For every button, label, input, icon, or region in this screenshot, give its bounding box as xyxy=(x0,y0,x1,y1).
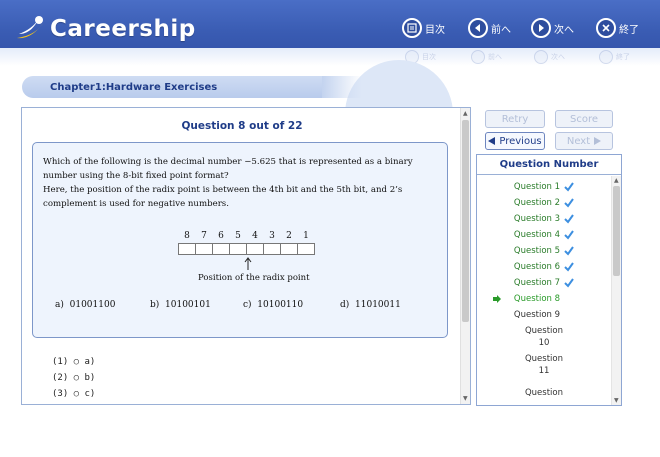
arrow-right-icon xyxy=(531,18,551,38)
question-item-3[interactable]: Question 3 xyxy=(477,211,611,227)
choice-c: c) 10100110 xyxy=(243,300,304,310)
answer-options: (1) ○ a) (2) ○ b) (3) ○ c) xyxy=(52,354,95,402)
next-question-button[interactable]: Next xyxy=(555,132,613,150)
check-icon xyxy=(564,198,574,208)
check-icon xyxy=(564,246,574,256)
bit-number: 5 xyxy=(235,231,241,241)
bit-cell xyxy=(263,243,281,255)
bit-cells xyxy=(178,243,315,255)
close-icon xyxy=(596,18,616,38)
question-item-8[interactable]: Question 8 xyxy=(477,291,611,307)
check-icon xyxy=(564,182,574,192)
question-box: Which of the following is the decimal nu… xyxy=(32,142,448,338)
check-icon xyxy=(564,278,574,288)
next-page-button[interactable]: 次へ xyxy=(531,18,574,38)
contents-button[interactable]: 目次 xyxy=(402,18,445,38)
next-page-label: 次へ xyxy=(554,24,574,36)
contents-label: 目次 xyxy=(425,24,445,36)
answer-option-3[interactable]: (3) ○ c) xyxy=(52,386,95,402)
question-item-4[interactable]: Question 4 xyxy=(477,227,611,243)
question-list-scrollbar[interactable]: ▲ ▼ xyxy=(611,176,621,405)
choice-a: a) 01001100 xyxy=(55,300,116,310)
question-text-line1: Which of the following is the decimal nu… xyxy=(43,157,413,181)
bit-number: 7 xyxy=(201,231,207,241)
previous-question-label: Previous xyxy=(499,135,542,147)
prev-page-button[interactable]: 前へ xyxy=(468,18,511,38)
bit-number: 2 xyxy=(286,231,292,241)
score-button[interactable]: Score xyxy=(555,110,613,128)
next-question-label: Next xyxy=(566,135,591,147)
bit-number: 6 xyxy=(218,231,224,241)
contents-icon xyxy=(402,18,422,38)
question-item-12[interactable]: Question xyxy=(477,379,611,405)
question-item-11[interactable]: Question 11 xyxy=(477,351,611,379)
retry-button[interactable]: Retry xyxy=(485,110,545,128)
arrow-right-icon xyxy=(594,137,602,145)
chapter-title: Chapter1:Hardware Exercises xyxy=(50,82,218,93)
nav-reflection: 前へ xyxy=(471,50,502,64)
bit-numbers: 8 7 6 5 4 3 2 1 xyxy=(178,231,338,242)
bit-number: 3 xyxy=(269,231,275,241)
previous-question-button[interactable]: Previous xyxy=(485,132,545,150)
arrow-left-icon xyxy=(468,18,488,38)
app-title: Careership xyxy=(50,16,196,42)
radix-point-label: Position of the radix point xyxy=(198,273,310,283)
question-number-panel: Question Number Question 1 Question 2 Qu… xyxy=(476,154,622,406)
bit-cell xyxy=(212,243,230,255)
question-item-7[interactable]: Question 7 xyxy=(477,275,611,291)
app-header: Careership 目次 前へ 次へ 終了 目次 前へ 次へ 終了 xyxy=(0,0,660,66)
question-text-line2: Here, the position of the radix point is… xyxy=(43,185,403,209)
app-logo: Careership xyxy=(14,14,196,44)
check-icon xyxy=(564,230,574,240)
bit-number: 8 xyxy=(184,231,190,241)
scroll-thumb[interactable] xyxy=(613,186,620,276)
prev-page-label: 前へ xyxy=(491,24,511,36)
bit-cell xyxy=(178,243,196,255)
answer-option-1[interactable]: (1) ○ a) xyxy=(52,354,95,370)
question-item-1[interactable]: Question 1 xyxy=(477,179,611,195)
scroll-thumb[interactable] xyxy=(462,120,469,322)
bit-cell xyxy=(297,243,315,255)
check-icon xyxy=(564,262,574,272)
exit-button[interactable]: 終了 xyxy=(596,18,639,38)
bit-cell xyxy=(195,243,213,255)
nav-reflection: 終了 xyxy=(599,50,630,64)
scroll-down-icon[interactable]: ▼ xyxy=(463,395,468,402)
scroll-down-icon[interactable]: ▼ xyxy=(614,397,619,404)
question-panel: Question 8 out of 22 Which of the follow… xyxy=(21,107,471,405)
bit-cell xyxy=(280,243,298,255)
question-item-10[interactable]: Question 10 xyxy=(477,323,611,351)
question-item-5[interactable]: Question 5 xyxy=(477,243,611,259)
question-item-2[interactable]: Question 2 xyxy=(477,195,611,211)
question-text: Which of the following is the decimal nu… xyxy=(43,155,443,211)
choice-b: b) 10100101 xyxy=(150,300,211,310)
bit-number: 1 xyxy=(303,231,309,241)
bit-number: 4 xyxy=(252,231,258,241)
question-header: Question 8 out of 22 xyxy=(181,120,303,132)
exit-label: 終了 xyxy=(619,24,639,36)
bit-cell xyxy=(229,243,247,255)
arrow-left-icon xyxy=(488,137,496,145)
check-icon xyxy=(564,214,574,224)
choice-d: d) 11010011 xyxy=(340,300,401,310)
nav-reflection: 次へ xyxy=(534,50,565,64)
radix-arrow-icon xyxy=(244,257,252,270)
logo-swoosh-icon xyxy=(14,14,48,44)
question-number-list: Question 1 Question 2 Question 3 Questio… xyxy=(477,179,611,405)
question-item-6[interactable]: Question 6 xyxy=(477,259,611,275)
current-arrow-icon xyxy=(493,295,501,303)
question-number-header: Question Number xyxy=(477,155,621,175)
answer-option-2[interactable]: (2) ○ b) xyxy=(52,370,95,386)
question-scrollbar[interactable]: ▲ ▼ xyxy=(460,108,470,404)
scroll-up-icon[interactable]: ▲ xyxy=(614,177,619,184)
question-item-9[interactable]: Question 9 xyxy=(477,307,611,323)
scroll-up-icon[interactable]: ▲ xyxy=(463,110,468,117)
bit-cell xyxy=(246,243,264,255)
